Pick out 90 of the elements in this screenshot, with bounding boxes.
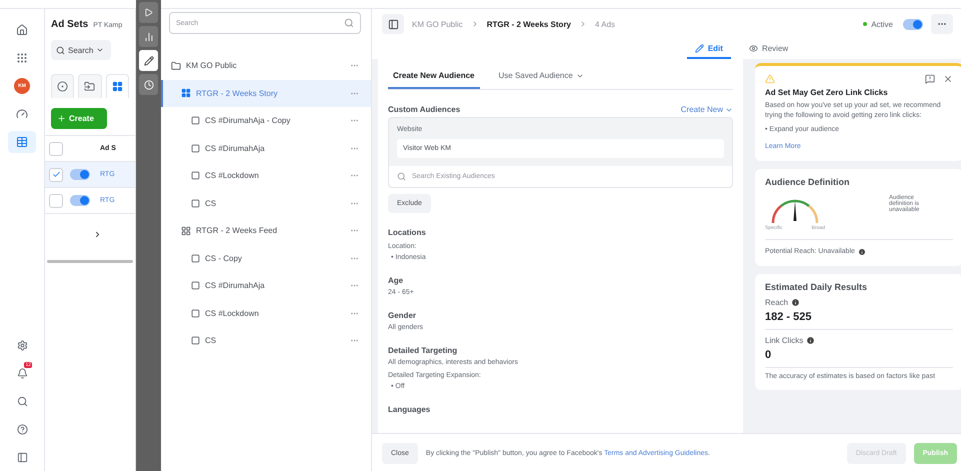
ad-icon	[191, 281, 200, 290]
tree-item[interactable]: CS #Lockdown	[161, 162, 371, 190]
section-title: Locations	[388, 228, 426, 237]
ad-icon	[191, 254, 200, 263]
warning-icon	[765, 74, 775, 84]
tree-item[interactable]: CS - Copy	[161, 244, 371, 272]
tree-item[interactable]: CS	[161, 327, 371, 354]
view-tab[interactable]	[106, 74, 129, 98]
ad-icon	[191, 144, 200, 153]
ad-icon	[191, 171, 200, 180]
panel-icon	[388, 18, 398, 30]
checkbox[interactable]	[49, 168, 63, 182]
nav-button[interactable]	[8, 131, 36, 153]
plus-icon	[57, 114, 66, 123]
info-icon[interactable]	[858, 248, 866, 256]
play-icon	[144, 8, 153, 17]
feedback-icon[interactable]	[925, 74, 935, 84]
search-icon	[56, 46, 65, 54]
tree-item[interactable]: CS #DirumahAja - Copy	[161, 107, 371, 134]
tree-item[interactable]: CS	[161, 190, 371, 217]
table-icon	[16, 136, 28, 148]
tree-item[interactable]: RTGR - 2 Weeks Feed	[161, 217, 371, 244]
close-icon[interactable]	[943, 74, 953, 84]
panel-icon	[16, 452, 28, 462]
breadcrumb-item[interactable]: 4 Ads	[595, 20, 616, 28]
card-title: Estimated Daily Results	[765, 282, 868, 292]
toggle-switch[interactable]	[903, 18, 923, 30]
status-dot	[863, 22, 868, 26]
create-button[interactable]: Create	[51, 108, 107, 129]
status-label: Active	[871, 20, 893, 28]
search-icon	[344, 18, 354, 28]
grid-icon	[112, 81, 123, 92]
panel-title: Ad Sets	[51, 19, 88, 30]
check-icon	[52, 170, 60, 179]
section-title: Custom Audiences	[388, 105, 460, 114]
search-icon	[397, 172, 406, 181]
breadcrumb-item[interactable]: KM GO Public	[412, 20, 463, 28]
tree-item[interactable]: CS #DirumahAja	[161, 272, 371, 300]
apps-icon	[16, 52, 28, 64]
card-title: Audience Definition	[765, 177, 851, 188]
tree-item[interactable]: CS #DirumahAja	[161, 134, 371, 162]
tree-item[interactable]: KM GO Public	[161, 52, 371, 80]
toggle-switch[interactable]	[70, 195, 90, 206]
clock-icon	[144, 80, 154, 90]
section-title: Gender	[388, 311, 416, 320]
pencil-icon	[694, 44, 704, 52]
info-icon[interactable]	[791, 298, 800, 307]
section-title: Age	[388, 276, 404, 285]
folder-icon	[171, 60, 181, 71]
card-title: Ad Set May Get Zero Link Clicks	[765, 88, 889, 97]
chevron-icon[interactable]	[93, 230, 102, 238]
audience-tab[interactable]: Create New Audience	[388, 63, 480, 89]
mode-tab[interactable]: Review	[740, 39, 796, 59]
metric-value: 182 - 525	[765, 310, 812, 323]
ad-icon	[191, 116, 200, 126]
tree-item[interactable]: RTGR - 2 Weeks Story	[161, 80, 371, 107]
breadcrumb-item[interactable]: RTGR - 2 Weeks Story	[486, 20, 572, 28]
search-icon	[16, 396, 28, 406]
folder-icon	[84, 81, 96, 92]
settings-icon	[16, 340, 28, 350]
home-icon	[16, 24, 28, 36]
grid-icon	[181, 226, 191, 236]
ad-icon	[191, 198, 200, 208]
info-icon[interactable]	[806, 336, 816, 345]
create-new-link[interactable]: Create New	[680, 105, 733, 114]
audience-tab[interactable]: Use Saved Audience	[494, 63, 589, 89]
ad-icon	[191, 308, 200, 318]
checkbox[interactable]	[49, 142, 63, 156]
sidebar-toggle-button[interactable]	[382, 14, 404, 34]
checkbox[interactable]	[49, 194, 63, 208]
section-title: Languages	[388, 405, 430, 414]
caret-icon	[96, 46, 104, 54]
tree-item[interactable]: CS #Lockdown	[161, 300, 371, 327]
help-icon	[16, 424, 28, 434]
chart-icon	[144, 32, 154, 42]
view-tab[interactable]	[78, 74, 102, 98]
ad-icon	[191, 336, 200, 346]
pencil-icon	[144, 56, 154, 66]
tool-button[interactable]	[139, 50, 158, 71]
eye-icon	[748, 44, 758, 52]
search-button[interactable]: Search	[51, 40, 111, 60]
metric-value: 0	[765, 348, 772, 361]
section-title: Detailed Targeting	[388, 346, 458, 355]
metric-label: Reach	[765, 298, 788, 307]
view-tab[interactable]	[51, 74, 74, 98]
grid-icon	[181, 88, 191, 98]
toggle-switch[interactable]	[70, 169, 90, 180]
gauge-icon	[16, 108, 28, 120]
bell-icon	[16, 368, 28, 378]
metric-label: Link Clicks	[765, 336, 804, 345]
